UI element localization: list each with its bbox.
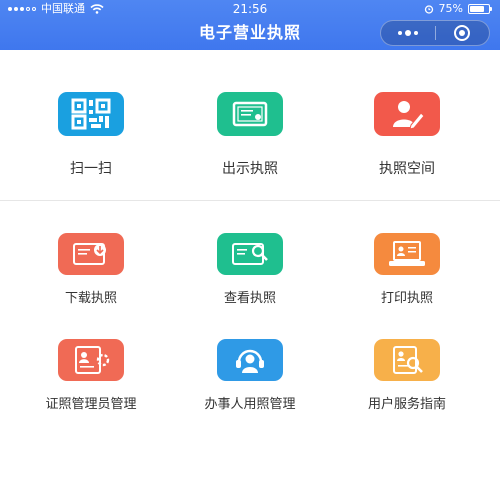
license-space-label: 执照空间 [379, 161, 435, 177]
battery-icon [468, 4, 492, 14]
service-guide-icon [374, 339, 440, 381]
certificate-icon [217, 92, 283, 136]
view-license-label: 查看执照 [223, 291, 276, 306]
app-header: 中国联通 21:56 75% 电子营业执照 [0, 0, 500, 50]
admin-manage-label: 证照管理员管理 [45, 397, 137, 412]
show-license-label: 出示执照 [222, 161, 278, 177]
scan-label: 扫一扫 [70, 161, 112, 177]
qr-code-icon [58, 92, 124, 136]
more-dots-icon [397, 30, 418, 36]
close-target-icon [454, 25, 471, 41]
status-bar: 中国联通 21:56 75% [0, 0, 500, 18]
print-license-icon [374, 233, 440, 275]
close-mini-program-button[interactable] [436, 21, 490, 45]
service-guide-label: 用户服务指南 [367, 397, 446, 412]
view-license-icon [217, 233, 283, 275]
download-license-icon [58, 233, 124, 275]
scan-button[interactable]: 扫一扫 [11, 92, 171, 178]
status-right: 75% [424, 0, 492, 18]
view-license-button[interactable]: 查看执照 [170, 233, 330, 306]
print-license-button[interactable]: 打印执照 [327, 233, 487, 306]
admin-manage-icon [58, 339, 124, 381]
agent-manage-button[interactable]: 办事人用照管理 [170, 339, 330, 412]
alarm-icon [424, 5, 433, 14]
show-license-button[interactable]: 出示执照 [170, 92, 330, 178]
license-space-button[interactable]: 执照空间 [327, 92, 487, 178]
mini-program-capsule [380, 20, 490, 46]
agent-manage-icon [217, 339, 283, 381]
battery-percent: 75% [438, 2, 463, 15]
user-pen-icon [374, 92, 440, 136]
download-license-button[interactable]: 下载执照 [11, 233, 171, 306]
admin-manage-button[interactable]: 证照管理员管理 [11, 339, 171, 412]
print-license-label: 打印执照 [380, 291, 433, 306]
battery-fill [470, 6, 484, 12]
agent-manage-label: 办事人用照管理 [204, 397, 296, 412]
service-guide-button[interactable]: 用户服务指南 [327, 339, 487, 412]
download-license-label: 下载执照 [64, 291, 117, 306]
features-section: 下载执照 查看执照 打印执照 证照管理员管理 办事人用照管理 用户服务指南 [0, 201, 500, 500]
more-button[interactable] [381, 21, 435, 45]
main-actions-section: 扫一扫 出示执照 执照空间 [0, 50, 500, 200]
